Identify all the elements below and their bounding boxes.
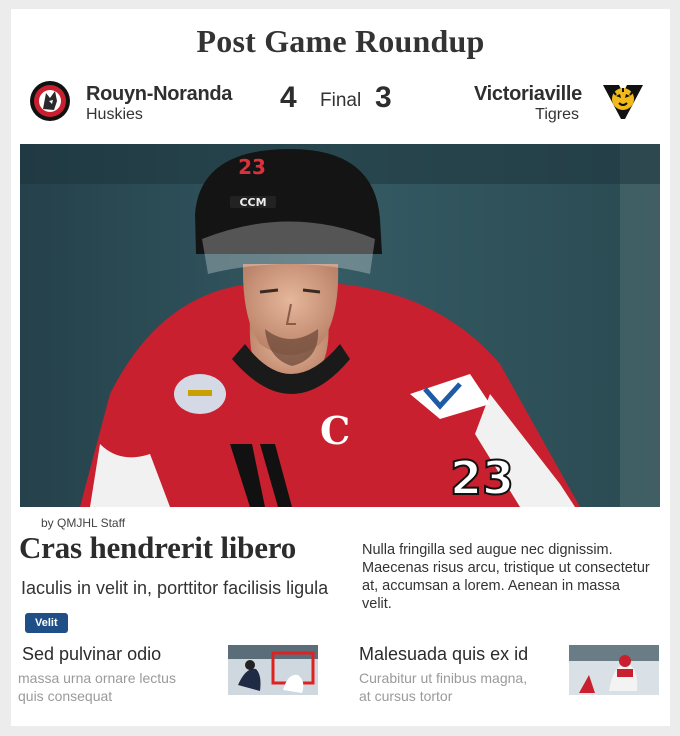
category-tag-button[interactable]: Velit	[25, 613, 68, 633]
helmet-brand: CCM	[239, 196, 266, 209]
story-title[interactable]: Malesuada quis ex id	[359, 644, 528, 665]
story-thumbnail[interactable]	[228, 645, 318, 695]
away-team-nickname: Tigres	[535, 106, 579, 123]
story-thumbnail[interactable]	[569, 645, 659, 695]
story-teaser: massa urna ornare lectus quis consequat	[18, 670, 176, 704]
away-team-city: Victoriaville	[473, 83, 582, 105]
tigres-logo-icon[interactable]	[601, 79, 645, 123]
story-title[interactable]: Sed pulvinar odio	[22, 644, 161, 665]
page-title: Post Game Roundup	[196, 23, 485, 59]
home-score: 4	[280, 81, 297, 114]
helmet-number: 23	[238, 155, 266, 179]
article-byline: by QMJHL Staff	[41, 516, 126, 530]
hero-image[interactable]: CCM 23 C 23	[20, 144, 660, 507]
article-headline[interactable]: Cras hendrerit libero	[19, 530, 296, 566]
home-team-city: Rouyn-Noranda	[86, 83, 233, 105]
game-status: Final	[320, 90, 362, 111]
article-subhead: Iaculis in velit in, porttitor facilisis…	[21, 578, 329, 598]
home-team-nickname: Huskies	[86, 106, 143, 123]
post-game-card: Post Game Roundup Rouyn-Noranda Huskies …	[11, 9, 670, 726]
story-teaser: Curabitur ut finibus magna, at cursus to…	[359, 670, 528, 704]
article-summary: Nulla fringilla sed augue nec dignissim.…	[362, 542, 650, 612]
huskies-logo-icon[interactable]	[28, 79, 72, 123]
away-score: 3	[375, 81, 392, 114]
hockey-player-photo: CCM 23 C 23	[20, 144, 660, 507]
sleeve-number: 23	[450, 451, 514, 505]
captain-letter: C	[320, 408, 350, 453]
